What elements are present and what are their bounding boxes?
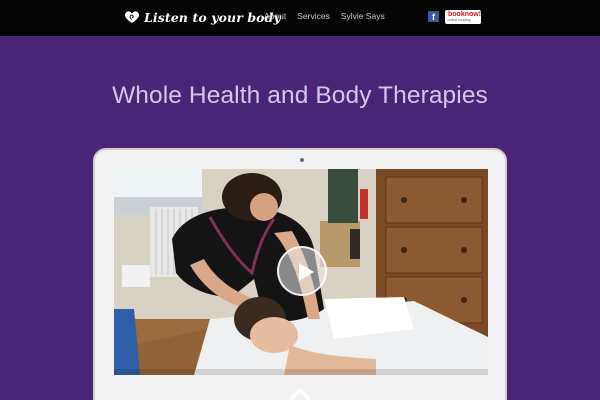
nav-link-about[interactable]: About: [264, 11, 286, 21]
main-nav: About Services Sylvie Says: [264, 11, 385, 21]
booknow-label: booknow!: [448, 11, 482, 18]
laptop-frame: [93, 148, 507, 400]
nav-link-sylvie-says[interactable]: Sylvie Says: [341, 11, 385, 21]
heart-spiral-icon: [125, 11, 139, 23]
page-title: Whole Health and Body Therapies: [112, 82, 488, 109]
nav-link-services[interactable]: Services: [297, 11, 330, 21]
chevron-up-icon[interactable]: [289, 386, 311, 400]
booknow-button[interactable]: booknow! online booking: [445, 10, 481, 24]
booknow-sublabel: online booking: [448, 18, 471, 22]
site-logo[interactable]: Listen to your body: [124, 8, 281, 26]
facebook-icon[interactable]: f: [428, 11, 439, 22]
video-player[interactable]: [114, 169, 488, 375]
logo-text: Listen to your body: [144, 9, 281, 25]
camera-dot: [300, 158, 304, 162]
play-icon: [299, 263, 314, 281]
play-button[interactable]: [277, 246, 327, 296]
top-navigation-bar: Listen to your body About Services Sylvi…: [0, 0, 600, 36]
